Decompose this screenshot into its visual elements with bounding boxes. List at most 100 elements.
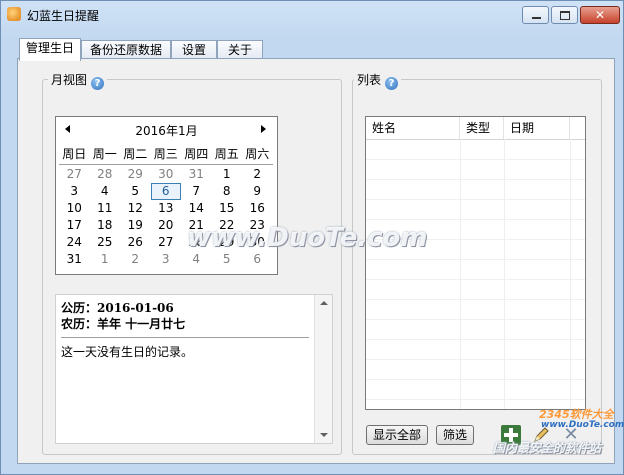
calendar-day[interactable]: 6 [150,183,181,200]
minimize-icon [532,17,541,19]
calendar-day[interactable]: 11 [90,200,121,217]
calendar-day[interactable]: 29 [120,166,151,183]
solar-date: 公历：2016-01-06 [61,301,174,315]
calendar-day[interactable]: 8 [212,183,243,200]
calendar-day[interactable]: 18 [90,217,121,234]
calendar-week: 31 1 2 3 4 5 6 [59,251,273,268]
title-bar[interactable]: 幻蓝生日提醒 ✕ [1,1,623,29]
calendar-day[interactable]: 13 [151,200,182,217]
watermark-slogan: 国内最安全的软件站 [493,441,602,455]
month-view-label: 月视图? [48,71,108,90]
calendar-day[interactable]: 4 [90,183,121,200]
calendar-day[interactable]: 10 [59,200,90,217]
calendar-day[interactable]: 31 [181,166,212,183]
calendar-day[interactable]: 1 [212,166,243,183]
watermark-small-url: www.DuoTe.com [541,420,624,430]
calendar-day[interactable]: 5 [212,251,243,268]
calendar-day[interactable]: 17 [59,217,90,234]
calendar-day[interactable]: 15 [212,200,243,217]
calendar-day[interactable]: 12 [120,200,151,217]
tab-settings[interactable]: 设置 [171,40,217,60]
weekday-fri: 周五 [214,147,239,161]
calendar-day[interactable]: 3 [151,251,182,268]
column-type[interactable]: 类型 [460,117,504,139]
list-help-icon[interactable]: ? [385,77,399,90]
calendar-day[interactable]: 20 [151,217,182,234]
column-name[interactable]: 姓名 [366,117,460,139]
month-view-help-icon[interactable]: ? [91,77,105,90]
app-window: 幻蓝生日提醒 ✕ 管理生日 备份还原数据 设置 关于 月视图? 2016年1月 [0,0,624,475]
maximize-icon [560,11,570,20]
tab-backup-restore[interactable]: 备份还原数据 [81,40,171,60]
list-row-line [366,279,585,280]
next-month-icon[interactable] [261,125,266,133]
weekday-row: 周日 周一 周二 周三 周四 周五 周六 [59,146,273,165]
day-detail-box: 公历：2016-01-06 农历：羊年 十一月廿七 这一天没有生日的记录。 [55,294,333,444]
calendar-day[interactable]: 28 [90,166,121,183]
calendar-day[interactable]: 1 [90,251,121,268]
weekday-mon: 周一 [92,147,117,161]
minimize-button[interactable] [522,6,549,24]
list-label: 列表? [354,71,402,90]
list-col-divider [504,139,505,409]
list-row-line [366,219,585,220]
tab-about[interactable]: 关于 [217,40,263,60]
calendar-day[interactable]: 7 [181,183,212,200]
weekday-sun: 周日 [62,147,87,161]
calendar-day[interactable]: 31 [59,251,90,268]
month-view-title: 月视图 [51,73,88,87]
calendar-day[interactable]: 26 [120,234,151,251]
close-icon: ✕ [594,8,606,22]
calendar-day[interactable]: 27 [59,166,90,183]
calendar-day[interactable]: 30 [151,166,182,183]
calendar-day[interactable]: 3 [59,183,90,200]
app-icon [7,7,21,21]
close-button[interactable]: ✕ [580,6,620,24]
calendar-day[interactable]: 2 [242,166,273,183]
list-col-divider [460,139,461,409]
weekday-tue: 周二 [123,147,148,161]
maximize-button[interactable] [551,6,578,24]
calendar-day[interactable]: 16 [242,200,273,217]
column-date[interactable]: 日期 [504,117,570,139]
list-row-line [366,379,585,380]
calendar-day[interactable]: 5 [120,183,151,200]
list-row-line [366,259,585,260]
list-row-line [366,179,585,180]
list-row-line [366,199,585,200]
calendar-day[interactable]: 25 [90,234,121,251]
calendar-day[interactable]: 14 [181,200,212,217]
calendar-day[interactable]: 19 [120,217,151,234]
scroll-up-icon[interactable] [320,301,328,305]
calendar-week: 10 11 12 13 14 15 16 [59,200,273,217]
weekday-wed: 周三 [153,147,178,161]
watermark-main: www.DuoTe.com [187,223,428,253]
list-row-line [366,299,585,300]
calendar-day[interactable]: 4 [181,251,212,268]
lunar-date: 农历：羊年 十一月廿七 [61,317,186,331]
calendar-day[interactable]: 24 [59,234,90,251]
birthday-list[interactable]: 姓名 类型 日期 [365,116,586,410]
list-col-divider [570,139,571,409]
list-row-line [366,159,585,160]
weekday-sat: 周六 [245,147,270,161]
detail-scrollbar[interactable] [314,295,332,443]
show-all-button[interactable]: 显示全部 [366,425,428,445]
list-row-line [366,359,585,360]
list-title: 列表 [357,73,382,87]
weekday-thu: 周四 [184,147,209,161]
calendar-day[interactable]: 2 [120,251,151,268]
calendar-week: 27 28 29 30 31 1 2 [59,166,273,183]
calendar-header: 2016年1月 [56,117,277,141]
calendar-day[interactable]: 27 [151,234,182,251]
day-note: 这一天没有生日的记录。 [61,345,194,359]
calendar-day[interactable]: 6 [242,251,273,268]
scroll-down-icon[interactable] [320,433,328,437]
window-title: 幻蓝生日提醒 [27,9,100,23]
calendar-day[interactable]: 9 [242,183,273,200]
tab-manage-birthdays[interactable]: 管理生日 [19,38,81,61]
calendar-week: 3456789 [59,183,273,200]
calendar-month-title[interactable]: 2016年1月 [56,122,277,139]
detail-divider [61,337,309,338]
filter-button[interactable]: 筛选 [436,425,474,445]
